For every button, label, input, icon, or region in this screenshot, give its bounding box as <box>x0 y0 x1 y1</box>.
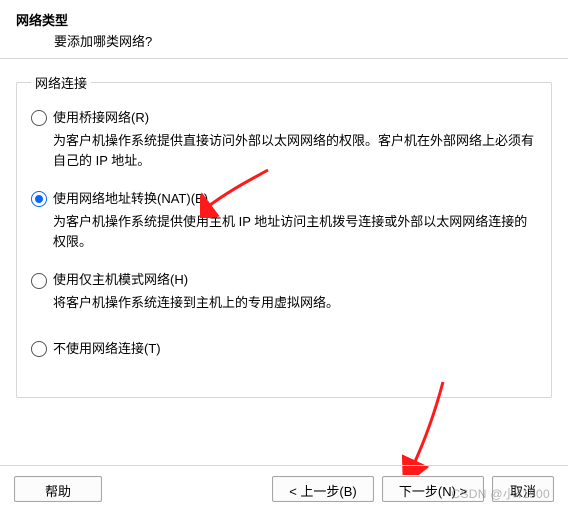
option-hostonly-label: 使用仅主机模式网络(H) <box>53 270 188 291</box>
option-hostonly[interactable]: 使用仅主机模式网络(H) 将客户机操作系统连接到主机上的专用虚拟网络。 <box>31 270 537 313</box>
option-nat-desc: 为客户机操作系统提供使用主机 IP 地址访问主机拨号连接或外部以太网网络连接的权… <box>31 212 537 252</box>
option-bridged[interactable]: 使用桥接网络(R) 为客户机操作系统提供直接访问外部以太网网络的权限。客户机在外… <box>31 108 537 171</box>
option-hostonly-desc: 将客户机操作系统连接到主机上的专用虚拟网络。 <box>31 293 537 313</box>
radio-nat[interactable] <box>31 191 47 207</box>
footer-divider <box>0 465 568 466</box>
page-title: 网络类型 <box>16 10 568 29</box>
option-nat[interactable]: 使用网络地址转换(NAT)(E) 为客户机操作系统提供使用主机 IP 地址访问主… <box>31 189 537 252</box>
radio-hostonly[interactable] <box>31 273 47 289</box>
network-connection-group: 网络连接 使用桥接网络(R) 为客户机操作系统提供直接访问外部以太网网络的权限。… <box>16 73 552 398</box>
cancel-button[interactable]: 取消 <box>492 476 554 502</box>
back-button[interactable]: < 上一步(B) <box>272 476 374 502</box>
wizard-footer: 帮助 < 上一步(B) 下一步(N) > 取消 <box>0 476 568 502</box>
next-button[interactable]: 下一步(N) > <box>382 476 484 502</box>
option-nonet-label: 不使用网络连接(T) <box>53 339 161 360</box>
page-subtitle: 要添加哪类网络? <box>16 29 568 50</box>
option-bridged-desc: 为客户机操作系统提供直接访问外部以太网网络的权限。客户机在外部网络上必须有自己的… <box>31 131 537 171</box>
group-legend: 网络连接 <box>31 73 91 92</box>
help-button[interactable]: 帮助 <box>14 476 102 502</box>
option-nat-label: 使用网络地址转换(NAT)(E) <box>53 189 208 210</box>
radio-nonet[interactable] <box>31 341 47 357</box>
option-nonet[interactable]: 不使用网络连接(T) <box>31 339 537 360</box>
main-content: 网络连接 使用桥接网络(R) 为客户机操作系统提供直接访问外部以太网网络的权限。… <box>0 59 568 398</box>
radio-bridged[interactable] <box>31 110 47 126</box>
option-bridged-label: 使用桥接网络(R) <box>53 108 149 129</box>
wizard-header: 网络类型 要添加哪类网络? <box>0 0 568 58</box>
